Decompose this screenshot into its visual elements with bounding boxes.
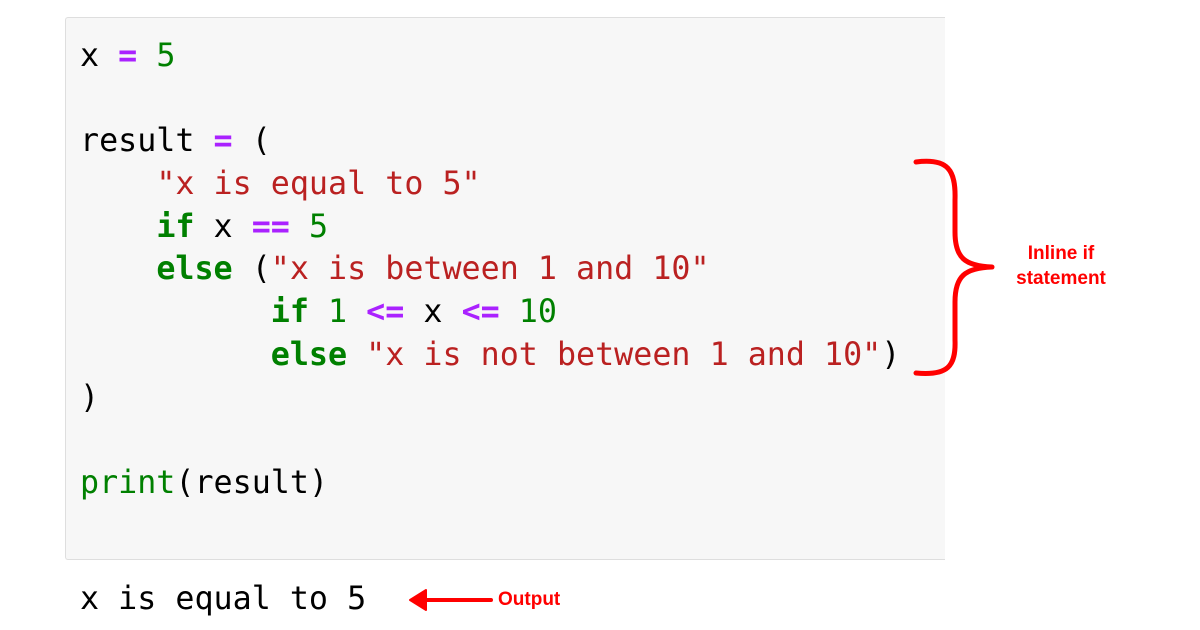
- arrow-left-icon: [409, 589, 427, 611]
- annotation-line-2: statement: [1016, 268, 1106, 289]
- inline-if-annotation: Inline if statement: [1000, 241, 1122, 291]
- curly-brace-icon: [913, 158, 995, 377]
- annotation-line-1: Inline if: [1027, 243, 1095, 264]
- annotation-overlay: [409, 158, 995, 611]
- output-annotation: Output: [498, 589, 561, 610]
